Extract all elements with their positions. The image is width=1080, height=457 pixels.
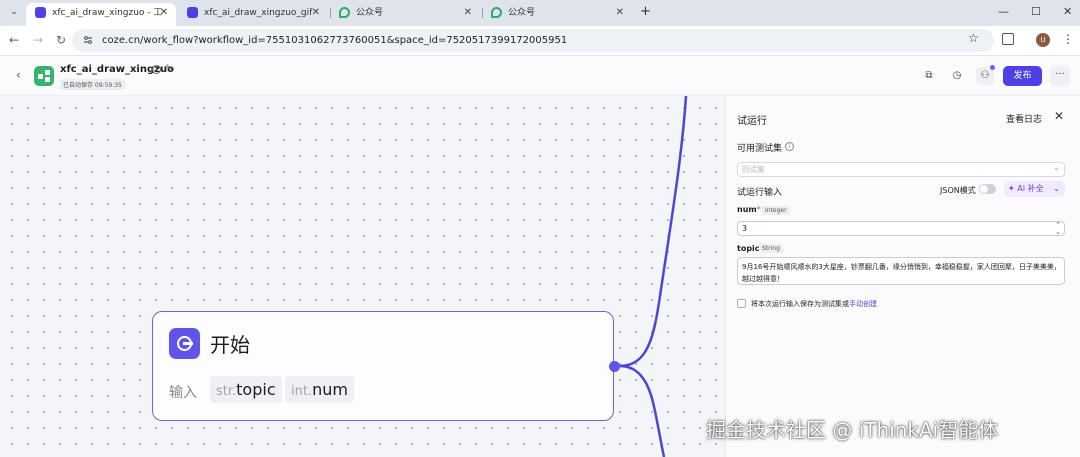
- field-name: num: [737, 205, 757, 214]
- url-field[interactable]: coze.cn/work_flow?workflow_id=7551031062…: [72, 29, 994, 52]
- param-type: int.: [291, 384, 313, 399]
- param-num: int.num: [285, 376, 354, 403]
- minimize-icon[interactable]: —: [998, 4, 1009, 20]
- new-tab-icon[interactable]: +: [640, 4, 651, 20]
- topic-field-label: topic: [737, 244, 760, 253]
- tab-wechat-1[interactable]: 公众号 ✕: [330, 3, 480, 26]
- ai-fill-label: AI 补全: [1017, 184, 1044, 193]
- url-text: coze.cn/work_flow?workflow_id=7551031062…: [102, 35, 568, 46]
- workflow-canvas[interactable]: 开始 输入 str.topic int.num: [0, 96, 725, 457]
- more-options-icon[interactable]: ···: [1050, 66, 1070, 86]
- autosave-status: 已自动保存 09:59:35: [60, 79, 125, 90]
- close-icon[interactable]: ✕: [160, 3, 168, 23]
- testset-select[interactable]: 测试集 ⌄: [737, 162, 1065, 177]
- topic-textarea[interactable]: 9月16号开始顺风顺水的3大星座，钞票翻几番，缘分悄悄到，幸福稳稳握，家人团回聚…: [737, 257, 1065, 285]
- sparkle-icon: ✦: [1008, 184, 1018, 193]
- param-name: topic: [236, 380, 276, 399]
- start-node-icon: [169, 328, 200, 359]
- maximize-icon[interactable]: ☐: [1031, 4, 1041, 20]
- tab-title: xfc_ai_draw_xingzuo - 工作流: [52, 8, 162, 18]
- bookmark-star-icon[interactable]: ☆: [968, 31, 979, 45]
- node-input-label: 输入: [169, 385, 197, 401]
- forward-arrow-icon[interactable]: →: [33, 32, 43, 48]
- wire-to-bottom[interactable]: [619, 364, 666, 457]
- num-value: 3: [742, 224, 748, 233]
- num-field-label: num*: [737, 205, 761, 214]
- start-node-title: 开始: [210, 333, 250, 357]
- workflow-header: ‹ xfc_ai_draw_xingzuo i ✎ 已自动保存 09:59:35…: [0, 56, 1080, 96]
- info-icon[interactable]: i: [152, 65, 161, 74]
- tab-workflow-gif[interactable]: xfc_ai_draw_xingzuo_gif - 工作 ✕: [178, 3, 328, 26]
- window-close-icon[interactable]: ✕: [1063, 4, 1072, 20]
- extensions-icon[interactable]: [1002, 33, 1014, 45]
- watermark-text: 掘金技术社区 @ iThinkAi智能体: [706, 418, 999, 442]
- param-type: str.: [216, 384, 237, 399]
- profile-avatar[interactable]: U: [1036, 33, 1050, 47]
- workflow-logo-icon: [34, 66, 54, 86]
- coze-icon: [187, 7, 198, 18]
- tab-search-chevron-icon[interactable]: ⌄: [6, 4, 22, 20]
- site-settings-icon[interactable]: [83, 35, 93, 45]
- topic-value: 9月16号开始顺风顺水的3大星座，钞票翻几番，缘分悄悄到，幸福稳稳握，家人团回聚…: [742, 263, 1061, 283]
- output-port[interactable]: [609, 361, 620, 372]
- panel-title: 试运行: [737, 116, 767, 127]
- test-run-panel: 试运行 查看日志 ✕ 可用测试集 i 测试集 ⌄ 试运行输入 JSON模式 ✦ …: [725, 96, 1080, 457]
- manual-create-link[interactable]: 手动创建: [849, 300, 877, 308]
- tab-title: 公众号: [356, 8, 384, 18]
- type-tag-integer: Integer: [762, 206, 790, 215]
- info-icon[interactable]: i: [785, 142, 794, 151]
- run-input-label: 试运行输入: [737, 188, 783, 198]
- copy-icon[interactable]: ⧉: [920, 67, 938, 85]
- view-log-button[interactable]: 查看日志: [1006, 112, 1042, 125]
- tab-wechat-2[interactable]: 公众号 ✕: [482, 3, 632, 26]
- browser-menu-icon[interactable]: ⋮: [1062, 31, 1074, 47]
- ai-fill-button[interactable]: ✦ AI 补全 ⌄: [1004, 181, 1065, 197]
- param-topic: str.topic: [210, 376, 282, 403]
- close-icon[interactable]: ✕: [1054, 109, 1064, 123]
- coze-icon: [35, 7, 46, 18]
- save-testset-text: 将本次运行输入保存为测试集或手动创建: [751, 299, 877, 309]
- save-testset-label: 将本次运行输入保存为测试集或: [751, 300, 849, 308]
- tab-title: 公众号: [508, 8, 536, 18]
- type-tag-string: String: [759, 244, 783, 253]
- close-icon[interactable]: ✕: [616, 3, 624, 23]
- notification-dot: [990, 65, 995, 70]
- param-name: num: [312, 380, 348, 399]
- collaborators-icon[interactable]: ⚇: [976, 65, 995, 85]
- back-chevron-icon[interactable]: ‹: [16, 68, 21, 82]
- back-arrow-icon[interactable]: ←: [9, 32, 19, 48]
- close-icon[interactable]: ✕: [464, 3, 472, 23]
- chevron-down-icon: ⌄: [1053, 163, 1060, 172]
- json-mode-toggle[interactable]: [979, 184, 996, 194]
- history-clock-icon[interactable]: ◷: [948, 67, 966, 85]
- chevron-down-icon: ⌄: [1053, 184, 1060, 193]
- address-bar: ← → ↻ coze.cn/work_flow?workflow_id=7551…: [0, 26, 1080, 56]
- close-icon[interactable]: ✕: [312, 3, 320, 23]
- start-node[interactable]: 开始 输入 str.topic int.num: [152, 311, 614, 421]
- save-testset-checkbox[interactable]: [737, 299, 746, 308]
- reload-icon[interactable]: ↻: [56, 32, 66, 48]
- testset-placeholder: 测试集: [741, 165, 765, 174]
- json-mode-label: JSON模式: [940, 186, 976, 195]
- wechat-icon: [491, 7, 502, 18]
- num-input[interactable]: 3 ⌃ ⌄: [737, 221, 1065, 236]
- testset-label: 可用测试集: [737, 144, 783, 154]
- tab-title: xfc_ai_draw_xingzuo_gif - 工作: [204, 8, 314, 18]
- browser-tab-bar: ⌄ xfc_ai_draw_xingzuo - 工作流 ✕ xfc_ai_dra…: [0, 0, 1080, 26]
- required-mark: *: [756, 205, 761, 214]
- wire-to-top[interactable]: [619, 96, 688, 368]
- edit-icon[interactable]: ✎: [165, 64, 173, 74]
- tab-workflow[interactable]: xfc_ai_draw_xingzuo - 工作流 ✕: [26, 3, 176, 26]
- publish-button[interactable]: 发布: [1003, 66, 1042, 86]
- wechat-icon: [339, 7, 350, 18]
- stepper-icon[interactable]: ⌃ ⌄: [1055, 222, 1061, 236]
